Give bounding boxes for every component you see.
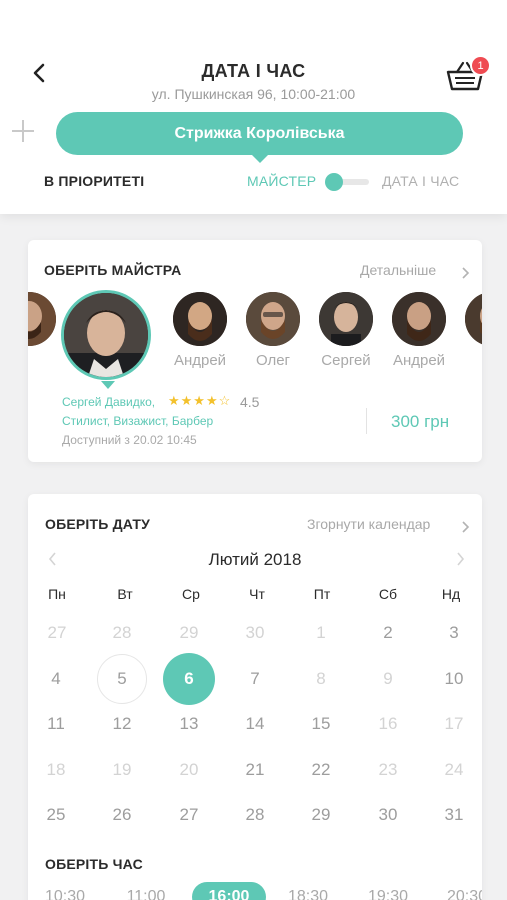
calendar-day[interactable]: 3 [421,623,482,643]
calendar-day: 1 [316,623,326,642]
calendar-day[interactable]: 28 [222,805,288,825]
time-slot[interactable]: 11:00 [111,888,181,900]
chevron-right-icon[interactable] [461,521,470,533]
master-section-heading: ОБЕРІТЬ МАЙСТРА [44,262,182,278]
calendar-day[interactable]: 13 [156,714,222,734]
selected-master-pointer [101,381,115,389]
weekday-label: Пн [48,586,66,602]
priority-option-date[interactable]: ДАТА І ЧАС [382,173,459,189]
calendar-day: 16 [378,714,398,733]
selected-master-avatar[interactable] [61,290,151,380]
avatar[interactable] [28,292,56,346]
calendar-day[interactable]: 7 [222,669,288,689]
calendar-day[interactable]: 12 [89,714,155,734]
weekday-label: Сб [378,586,398,602]
collapse-calendar-link[interactable]: Згорнути календар [307,516,430,532]
service-price: 300 грн [391,412,450,431]
weekday-label: Чт [249,586,265,602]
avatar[interactable] [246,292,300,346]
weekday-label: Пт [313,586,331,602]
avatar[interactable] [392,292,446,346]
next-month-icon[interactable] [456,552,465,566]
priority-toggle[interactable] [325,173,369,191]
selected-master-name: Сергей Давидко, [62,395,156,409]
add-service-icon[interactable] [12,120,34,142]
priority-option-master[interactable]: МАЙСТЕР [247,173,316,189]
master-name[interactable]: Ол [452,352,483,369]
cart-count-badge: 1 [470,55,491,76]
calendar-month: Лютий 2018 [208,550,302,569]
time-slot[interactable]: 19:30 [353,888,423,900]
calendar-day: 20 [179,760,199,779]
calendar-day: 9 [383,669,393,688]
calendar-day[interactable]: 10 [421,669,482,689]
calendar-day[interactable]: 31 [421,805,482,825]
calendar-day[interactable]: 22 [288,760,354,780]
calendar-day: 17 [444,714,464,733]
calendar-day[interactable]: 5 [89,669,155,689]
divider [366,408,367,434]
calendar-day: 8 [316,669,326,688]
service-selector[interactable]: Стрижка Королівська [56,112,463,163]
selected-master-availability: Доступний з 20.02 10:45 [62,433,197,447]
location-subtitle: ул. Пушкинская 96, 10:00-21:00 [151,86,356,102]
priority-label: В ПРІОРИТЕТІ [44,173,145,189]
time-slot[interactable]: 10:30 [30,888,100,900]
calendar-day[interactable]: 15 [288,714,354,734]
calendar-day[interactable]: 27 [156,805,222,825]
time-section-heading: ОБЕРІТЬ ЧАС [45,856,143,872]
calendar-day: 29 [179,623,199,642]
rating-value: 4.5 [240,394,260,410]
calendar-day: 18 [46,760,66,779]
calendar-day[interactable]: 26 [89,805,155,825]
master-name[interactable]: Андрей [160,352,240,369]
weekday-label: Вт [117,586,133,602]
avatar[interactable] [319,292,373,346]
calendar-day[interactable]: 11 [28,714,89,734]
chevron-right-icon[interactable] [461,267,470,279]
rating-stars: ★★★★☆ [168,393,232,408]
calendar-day[interactable]: 2 [355,623,421,643]
selected-master-roles: Стилист, Визажист, Барбер [62,414,214,428]
calendar-day: 28 [112,623,132,642]
calendar-day[interactable]: 25 [28,805,89,825]
master-name[interactable]: Андрей [379,352,459,369]
calendar-day[interactable]: 4 [28,669,89,689]
weekday-label: Ср [182,586,200,602]
calendar-day: 19 [112,760,132,779]
calendar-day: 24 [444,760,464,779]
time-slot[interactable]: 20:30 [432,888,482,900]
time-slot-selected[interactable]: 16:00 [194,888,264,900]
calendar-day[interactable]: 14 [222,714,288,734]
calendar-card: ОБЕРІТЬ ДАТУ Згорнути календар Лютий 201… [28,494,482,900]
master-name[interactable]: Олег [233,352,313,369]
top-header: ДАТА І ЧАС ул. Пушкинская 96, 10:00-21:0… [0,0,507,214]
calendar-day[interactable]: 29 [288,805,354,825]
date-section-heading: ОБЕРІТЬ ДАТУ [45,516,151,532]
calendar-day: 27 [47,623,67,642]
weekday-label: Нд [441,586,461,602]
toggle-knob [325,173,343,191]
time-slot[interactable]: 18:30 [273,888,343,900]
calendar-day: 23 [378,760,398,779]
master-name[interactable]: Сергей [306,352,386,369]
avatar[interactable] [465,292,482,346]
calendar-day-selected[interactable]: 6 [156,669,222,689]
avatar[interactable] [173,292,227,346]
page-title: ДАТА І ЧАС [201,61,306,81]
master-card: ОБЕРІТЬ МАЙСТРА Детальніше Андрей Олег С… [28,240,482,462]
calendar-day[interactable]: 21 [222,760,288,780]
calendar-day: 30 [245,623,265,642]
details-link[interactable]: Детальніше [360,262,436,278]
calendar-day[interactable]: 30 [355,805,421,825]
